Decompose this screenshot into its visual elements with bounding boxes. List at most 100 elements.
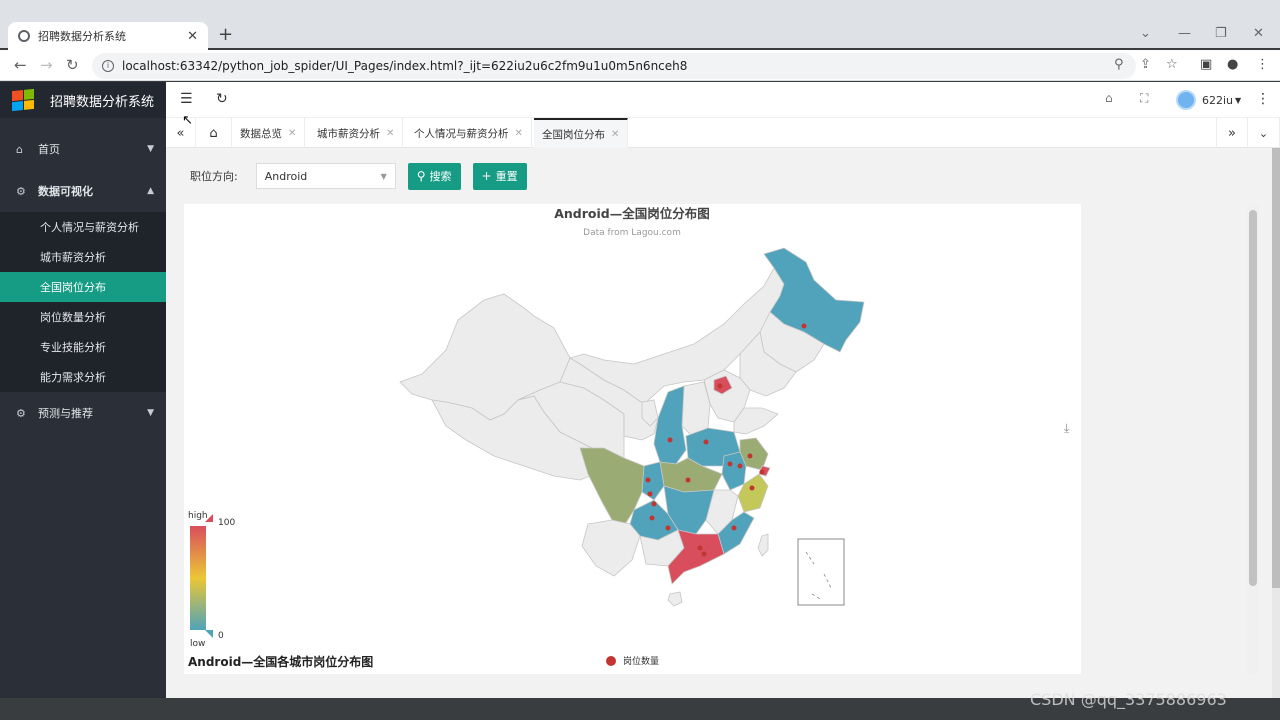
chevron-down-icon: ▼ [147, 144, 154, 154]
city-point[interactable] [649, 515, 655, 521]
visualmap-bar[interactable] [190, 526, 206, 630]
map-chart-card: Android—全国岗位分布图 Data from Lagou.com high… [184, 204, 1081, 674]
profile-icon[interactable]: ● [1227, 57, 1238, 72]
minimize-icon[interactable]: — [1178, 26, 1191, 41]
city-point[interactable] [801, 323, 807, 329]
close-icon[interactable]: ✕ [515, 128, 523, 139]
chevron-down-icon: ▼ [147, 408, 154, 418]
filter-label: 职位方向: [190, 170, 238, 183]
sidebar-item-personal-salary[interactable]: 个人情况与薪资分析 [0, 212, 166, 242]
download-icon[interactable]: ⤓ [1064, 421, 1070, 435]
tabs-dropdown-icon[interactable]: ⌄ [1248, 118, 1280, 148]
sidebar-item-visualization[interactable]: ⚙ 数据可视化 ▲ [0, 170, 166, 212]
new-tab-button[interactable]: + [218, 24, 233, 45]
close-icon[interactable]: ✕ [288, 128, 296, 139]
sidebar-item-city-salary[interactable]: 城市薪资分析 [0, 242, 166, 272]
forward-icon[interactable]: → [40, 56, 53, 74]
chevron-down-icon: ▼ [1235, 95, 1242, 105]
tab-home-icon[interactable]: ⌂ [196, 118, 232, 148]
sidebar-item-job-count[interactable]: 岗位数量分析 [0, 302, 166, 332]
tabs-scroll-right-icon[interactable]: » [1216, 118, 1248, 148]
globe-icon [18, 30, 30, 42]
city-point[interactable] [697, 545, 703, 551]
chevron-down-icon: ▼ [380, 171, 387, 181]
gear-icon: ⚙ [16, 406, 26, 420]
chart-scrollbar[interactable] [1247, 204, 1259, 674]
zoom-icon[interactable]: ⚲ [1114, 57, 1124, 72]
restore-icon[interactable]: ❐ [1215, 26, 1227, 41]
menu-dots-icon[interactable]: ⋮ [1256, 57, 1269, 72]
visualmap-bottom-handle[interactable] [205, 630, 213, 638]
page-scrollbar[interactable] [1272, 148, 1280, 698]
region-anhui[interactable] [721, 451, 747, 491]
city-point[interactable] [727, 461, 733, 467]
sidebar-item-skill-analysis[interactable]: 专业技能分析 [0, 332, 166, 362]
city-point[interactable] [651, 501, 657, 507]
legend-marker[interactable] [606, 656, 616, 666]
sidebar-item-national-distribution[interactable]: 全国岗位分布 [0, 272, 166, 302]
city-point[interactable] [645, 477, 651, 483]
city-point[interactable] [747, 453, 753, 459]
sidebar-item-home[interactable]: ⌂ 首页 ▼ [0, 128, 166, 170]
visualmap-max-label: 100 [218, 518, 235, 528]
sidebar-item-ability-demand[interactable]: 能力需求分析 [0, 362, 166, 392]
reload-icon[interactable]: ↻ [66, 56, 79, 74]
region-chongqing[interactable] [641, 461, 665, 501]
chart-scroll-thumb[interactable] [1249, 210, 1257, 586]
windows-logo-icon [12, 88, 34, 112]
info-icon[interactable]: i [102, 60, 114, 72]
search-button[interactable]: ⚲ 搜索 [407, 162, 461, 190]
region-taiwan[interactable] [757, 533, 769, 557]
url-bar[interactable]: i localhost:63342/python_job_spider/UI_P… [92, 53, 1136, 79]
select-value: Android [264, 169, 308, 183]
fullscreen-icon[interactable]: ⛶ [1140, 91, 1148, 106]
browser-tabstrip: 招聘数据分析系统 ✕ + ⌄ — ❐ ✕ [0, 0, 1280, 50]
close-icon[interactable]: ✕ [187, 29, 198, 44]
back-icon[interactable]: ← [14, 56, 27, 74]
city-point[interactable] [703, 439, 709, 445]
user-menu[interactable]: 622iu ▼ [1176, 90, 1241, 110]
city-point[interactable] [749, 485, 755, 491]
visualmap-high-label: high [188, 511, 208, 521]
job-direction-select[interactable]: Android ▼ [255, 163, 396, 189]
share-icon[interactable]: ⇪ [1140, 57, 1151, 72]
close-icon[interactable]: ✕ [611, 129, 619, 140]
region-hainan[interactable] [667, 591, 683, 607]
window-close-icon[interactable]: ✕ [1253, 26, 1264, 41]
refresh-icon[interactable]: ↻ [216, 91, 228, 107]
search-button-label: 搜索 [429, 170, 452, 183]
url-text: localhost:63342/python_job_spider/UI_Pag… [122, 59, 688, 73]
region-yunnan[interactable] [581, 519, 641, 577]
gear-icon: ⚙ [16, 184, 26, 198]
city-point[interactable] [667, 437, 673, 443]
tab-national-distribution[interactable]: 全国岗位分布 ✕ [534, 118, 629, 148]
submenu-visualization: 个人情况与薪资分析 城市薪资分析 全国岗位分布 岗位数量分析 专业技能分析 能力… [0, 212, 166, 392]
region-shaanxi[interactable] [653, 385, 687, 465]
browser-tab[interactable]: 招聘数据分析系统 ✕ [8, 22, 208, 50]
city-point[interactable] [759, 469, 765, 475]
city-point[interactable] [731, 525, 737, 531]
mouse-cursor-icon: ↖ [182, 113, 193, 128]
more-icon[interactable]: ⋮ [1256, 91, 1270, 107]
bookmark-star-icon[interactable]: ☆ [1166, 57, 1178, 72]
menu-toggle-icon[interactable]: ☰ [180, 91, 193, 107]
tab-search-icon[interactable]: ⌄ [1140, 26, 1151, 41]
city-point[interactable] [717, 383, 723, 389]
main-content: 职位方向: Android ▼ ⚲ 搜索 + 重置 Android—全国岗位分布… [166, 148, 1280, 698]
city-point[interactable] [685, 477, 691, 483]
city-point[interactable] [647, 491, 653, 497]
city-point[interactable] [701, 551, 707, 557]
reset-button[interactable]: + 重置 [472, 162, 527, 190]
tag-icon[interactable]: ⌂ [1105, 91, 1113, 105]
city-point[interactable] [665, 525, 671, 531]
tab-personal-salary[interactable]: 个人情况与薪资分析 ✕ [406, 118, 532, 148]
tab-overview[interactable]: 数据总览 ✕ [232, 118, 306, 148]
sidebar-item-prediction[interactable]: ⚙ 预测与推荐 ▼ [0, 392, 166, 434]
tab-city-salary[interactable]: 城市薪资分析 ✕ [309, 118, 404, 148]
nine-dash-line [805, 551, 833, 601]
sidepanel-icon[interactable]: ▣ [1200, 57, 1212, 72]
close-icon[interactable]: ✕ [386, 128, 394, 139]
page-scroll-thumb[interactable] [1272, 148, 1280, 588]
sidebar-item-label: 预测与推荐 [38, 407, 93, 420]
city-point[interactable] [737, 463, 743, 469]
